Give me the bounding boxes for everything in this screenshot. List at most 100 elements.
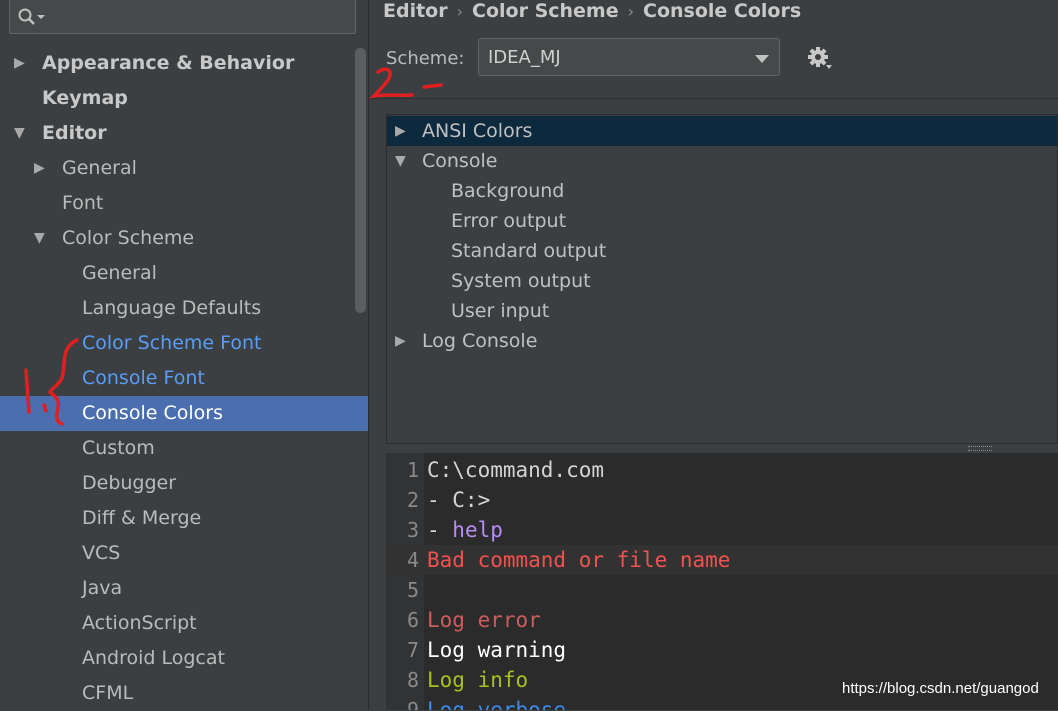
expand-right-icon[interactable]: ▶ bbox=[34, 151, 45, 186]
expand-right-icon[interactable]: ▶ bbox=[395, 116, 406, 146]
breadcrumb-editor[interactable]: Editor bbox=[383, 0, 448, 22]
sidebar-item-label: Custom bbox=[82, 437, 155, 459]
line-code: Log info bbox=[427, 668, 529, 692]
sidebar-item-editor[interactable]: ▼ Editor bbox=[0, 116, 368, 151]
attributes-tree-panel: ▶ ANSI Colors ▼ Console Background Error outp… bbox=[386, 114, 1058, 444]
chevron-right-icon: › bbox=[456, 2, 464, 21]
settings-sidebar: ▶ Appearance & Behavior Keymap ▼ Editor ▶ Gene… bbox=[0, 0, 369, 710]
preview-line: 2 - C:> bbox=[386, 485, 1058, 515]
breadcrumb-console-colors: Console Colors bbox=[643, 0, 802, 22]
sidebar-item-label: Keymap bbox=[42, 87, 128, 109]
sidebar-item-label: VCS bbox=[82, 542, 121, 564]
sidebar-item-label: Color Scheme Font bbox=[82, 332, 262, 354]
sidebar-item-keymap[interactable]: Keymap bbox=[0, 81, 368, 116]
tree-node-console[interactable]: ▼ Console bbox=[387, 146, 1057, 176]
tree-node-label: Log Console bbox=[422, 330, 538, 352]
expand-right-icon[interactable]: ▶ bbox=[395, 326, 406, 356]
preview-line: 1 C:\command.com bbox=[386, 455, 1058, 485]
tree-node-system-output[interactable]: System output bbox=[387, 266, 1057, 296]
sidebar-item-appearance-behavior[interactable]: ▶ Appearance & Behavior bbox=[0, 46, 368, 81]
sidebar-item-general[interactable]: ▶ General bbox=[0, 151, 368, 186]
preview-editor[interactable]: 1 C:\command.com 2 - C:> 3 - help 4 Bad command… bbox=[386, 453, 1058, 710]
line-number: 7 bbox=[406, 638, 419, 662]
line-code: Log verbose bbox=[427, 698, 567, 710]
tree-node-label: Console bbox=[422, 150, 498, 172]
sidebar-item-console-colors[interactable]: Console Colors bbox=[0, 396, 368, 431]
search-icon bbox=[18, 8, 45, 25]
tree-node-label: User input bbox=[451, 300, 550, 322]
line-number: 3 bbox=[406, 518, 419, 542]
breadcrumb-color-scheme[interactable]: Color Scheme bbox=[472, 0, 619, 22]
sidebar-item-console-font[interactable]: Console Font bbox=[0, 361, 368, 396]
sidebar-item-label: Diff & Merge bbox=[82, 507, 202, 529]
sidebar-item-android-logcat[interactable]: Android Logcat bbox=[0, 641, 368, 676]
preview-line: 9 Log verbose bbox=[386, 695, 1058, 710]
sidebar-item-label: Debugger bbox=[82, 472, 177, 494]
line-number: 1 bbox=[406, 458, 419, 482]
sidebar-item-label: Console Font bbox=[82, 367, 205, 389]
sidebar-item-language-defaults[interactable]: Language Defaults bbox=[0, 291, 368, 326]
sidebar-item-cfml[interactable]: CFML bbox=[0, 676, 368, 711]
sidebar-item-label: Console Colors bbox=[82, 402, 223, 424]
line-code: C:\command.com bbox=[427, 458, 605, 482]
sidebar-item-label: CFML bbox=[82, 682, 134, 704]
watermark: https://blog.csdn.net/guangod bbox=[842, 680, 1039, 697]
sidebar-item-color-scheme-font[interactable]: Color Scheme Font bbox=[0, 326, 368, 361]
sidebar-item-label: ActionScript bbox=[82, 612, 197, 634]
tree-node-log-console[interactable]: ▶ Log Console bbox=[387, 326, 1057, 356]
search-input[interactable] bbox=[9, 0, 356, 34]
expand-right-icon[interactable]: ▶ bbox=[14, 46, 25, 81]
line-code: Log warning bbox=[427, 638, 567, 662]
tree-node-label: Standard output bbox=[451, 240, 607, 262]
sidebar-item-label: Editor bbox=[42, 122, 107, 144]
tree-node-ansi-colors[interactable]: ▶ ANSI Colors bbox=[387, 116, 1057, 146]
sidebar-item-diff-merge[interactable]: Diff & Merge bbox=[0, 501, 368, 536]
sidebar-item-font[interactable]: Font bbox=[0, 186, 368, 221]
gear-icon[interactable] bbox=[806, 45, 834, 73]
splitter-handle[interactable] bbox=[968, 446, 992, 451]
preview-line: 6 Log error bbox=[386, 605, 1058, 635]
line-code: - C:> bbox=[427, 488, 491, 512]
scheme-dropdown[interactable]: IDEA_MJ bbox=[478, 38, 780, 76]
expand-down-icon[interactable]: ▼ bbox=[14, 116, 25, 151]
chevron-right-icon: › bbox=[627, 2, 635, 21]
tree-node-label: Background bbox=[451, 180, 565, 202]
tree-node-label: ANSI Colors bbox=[422, 120, 533, 142]
preview-line: 5 bbox=[386, 575, 1058, 605]
tree-node-label: System output bbox=[451, 270, 591, 292]
line-code: Bad command or file name bbox=[427, 548, 731, 572]
line-number: 4 bbox=[406, 548, 419, 572]
sidebar-item-general[interactable]: General bbox=[0, 256, 368, 291]
sidebar-item-label: General bbox=[82, 262, 157, 284]
expand-down-icon[interactable]: ▼ bbox=[34, 221, 45, 256]
sidebar-item-vcs[interactable]: VCS bbox=[0, 536, 368, 571]
line-number: 2 bbox=[406, 488, 419, 512]
sidebar-scrollbar[interactable] bbox=[355, 48, 366, 313]
sidebar-item-java[interactable]: Java bbox=[0, 571, 368, 606]
preview-line: 4 Bad command or file name bbox=[386, 545, 1058, 575]
sidebar-item-label: Font bbox=[62, 192, 104, 214]
chevron-down-icon bbox=[755, 55, 769, 63]
tree-node-user-input[interactable]: User input bbox=[387, 296, 1057, 326]
expand-down-icon[interactable]: ▼ bbox=[395, 146, 406, 176]
tree-node-label: Error output bbox=[451, 210, 567, 232]
sidebar-item-actionscript[interactable]: ActionScript bbox=[0, 606, 368, 641]
sidebar-item-debugger[interactable]: Debugger bbox=[0, 466, 368, 501]
line-number: 6 bbox=[406, 608, 419, 632]
tree-node-error-output[interactable]: Error output bbox=[387, 206, 1057, 236]
sidebar-item-color-scheme[interactable]: ▼ Color Scheme bbox=[0, 221, 368, 256]
line-number: 8 bbox=[406, 668, 419, 692]
tree-node-background[interactable]: Background bbox=[387, 176, 1057, 206]
sidebar-item-label: Color Scheme bbox=[62, 227, 195, 249]
header-divider bbox=[370, 98, 1058, 99]
line-code: Log error bbox=[427, 608, 541, 632]
tree-node-standard-output[interactable]: Standard output bbox=[387, 236, 1057, 266]
sidebar-item-label: Appearance & Behavior bbox=[42, 52, 295, 74]
sidebar-item-label: Java bbox=[82, 577, 123, 599]
line-number: 5 bbox=[406, 578, 419, 602]
line-number: 9 bbox=[406, 698, 419, 710]
preview-line: 3 - help bbox=[386, 515, 1058, 545]
scheme-value: IDEA_MJ bbox=[488, 47, 561, 68]
line-code: - help bbox=[427, 518, 503, 542]
sidebar-item-custom[interactable]: Custom bbox=[0, 431, 368, 466]
